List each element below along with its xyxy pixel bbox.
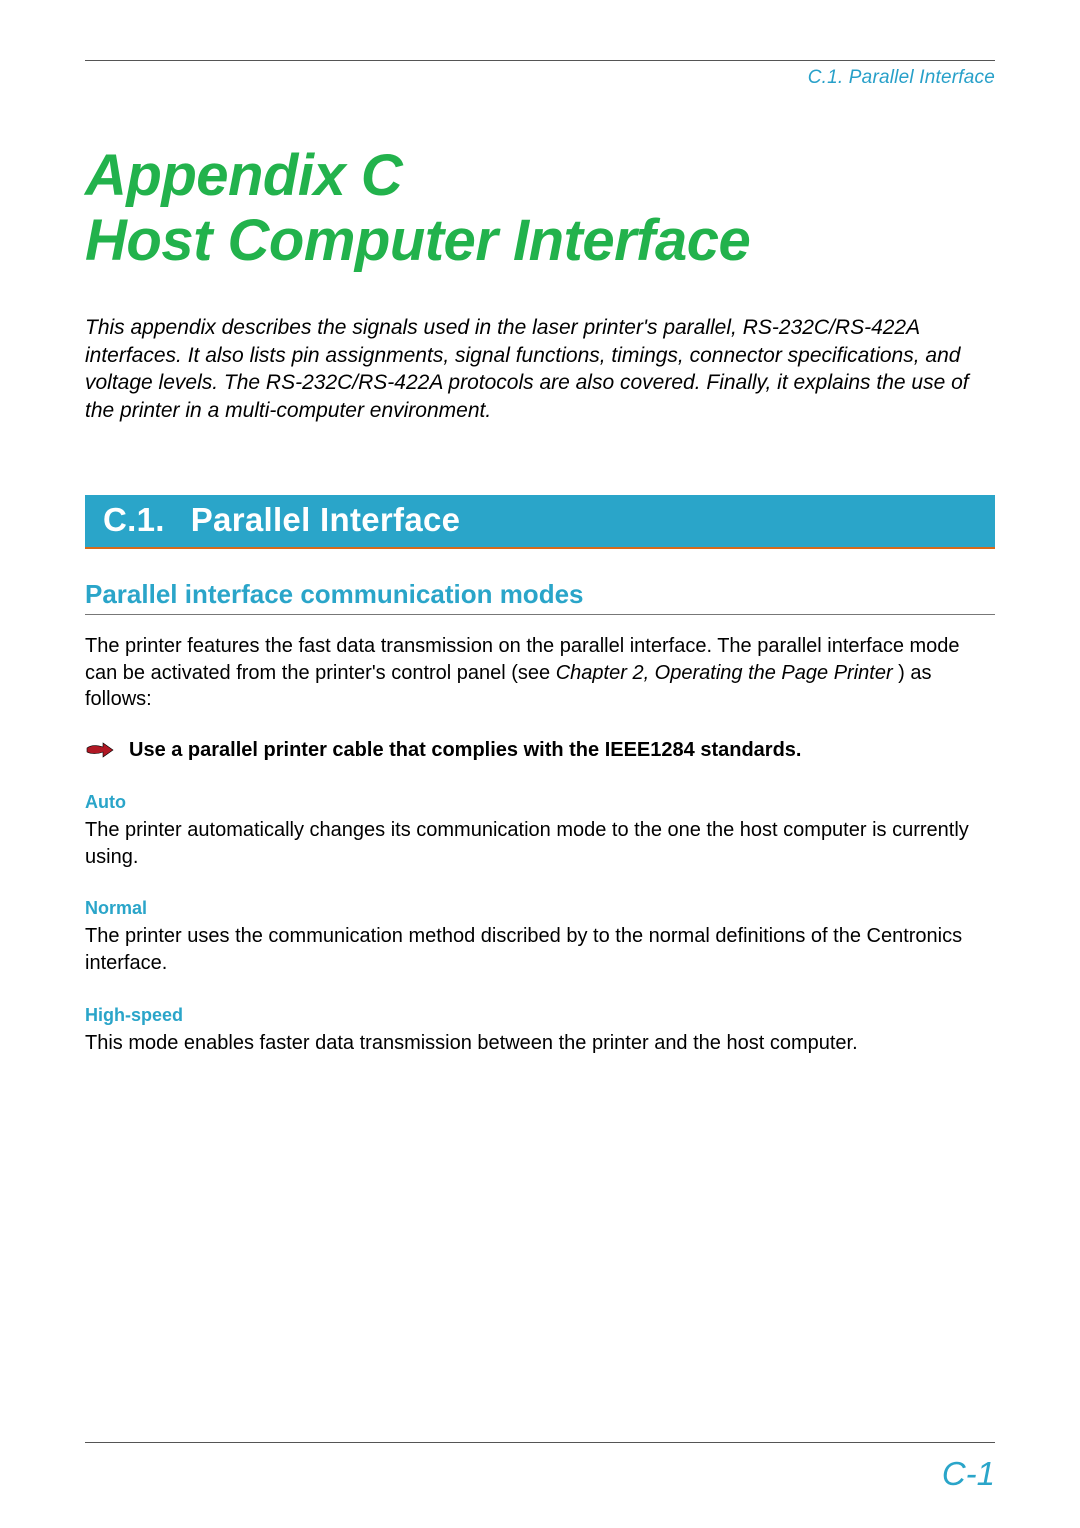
intro-paragraph: This appendix describes the signals used… (85, 314, 995, 425)
page-title-block: Appendix C Host Computer Interface (85, 144, 995, 274)
mode-normal-heading: Normal (85, 898, 995, 919)
footer-rule (85, 1442, 995, 1443)
subsection-heading: Parallel interface communication modes (85, 579, 995, 615)
body-paragraph: The printer features the fast data trans… (85, 633, 995, 713)
page-title-line-1: Appendix C (85, 144, 995, 209)
note-text: Use a parallel printer cable that compli… (125, 737, 801, 764)
header-rule (85, 60, 995, 61)
note-callout: Use a parallel printer cable that compli… (85, 737, 995, 764)
section-number: C.1. (103, 501, 165, 538)
pointer-icon (85, 739, 115, 761)
mode-normal-text: The printer uses the communication metho… (85, 923, 995, 976)
mode-high-speed-text: This mode enables faster data transmissi… (85, 1030, 995, 1057)
section-title: Parallel Interface (191, 501, 461, 538)
body-p1-italic: Chapter 2, Operating the Page Printer (556, 662, 898, 684)
mode-auto-heading: Auto (85, 792, 995, 813)
page-title-line-2: Host Computer Interface (85, 209, 995, 274)
mode-high-speed-heading: High-speed (85, 1005, 995, 1026)
mode-auto-text: The printer automatically changes its co… (85, 817, 995, 870)
section-heading-bar: C.1. Parallel Interface (85, 495, 995, 549)
page-number: C-1 (942, 1455, 995, 1493)
running-head: C.1. Parallel Interface (85, 67, 995, 89)
